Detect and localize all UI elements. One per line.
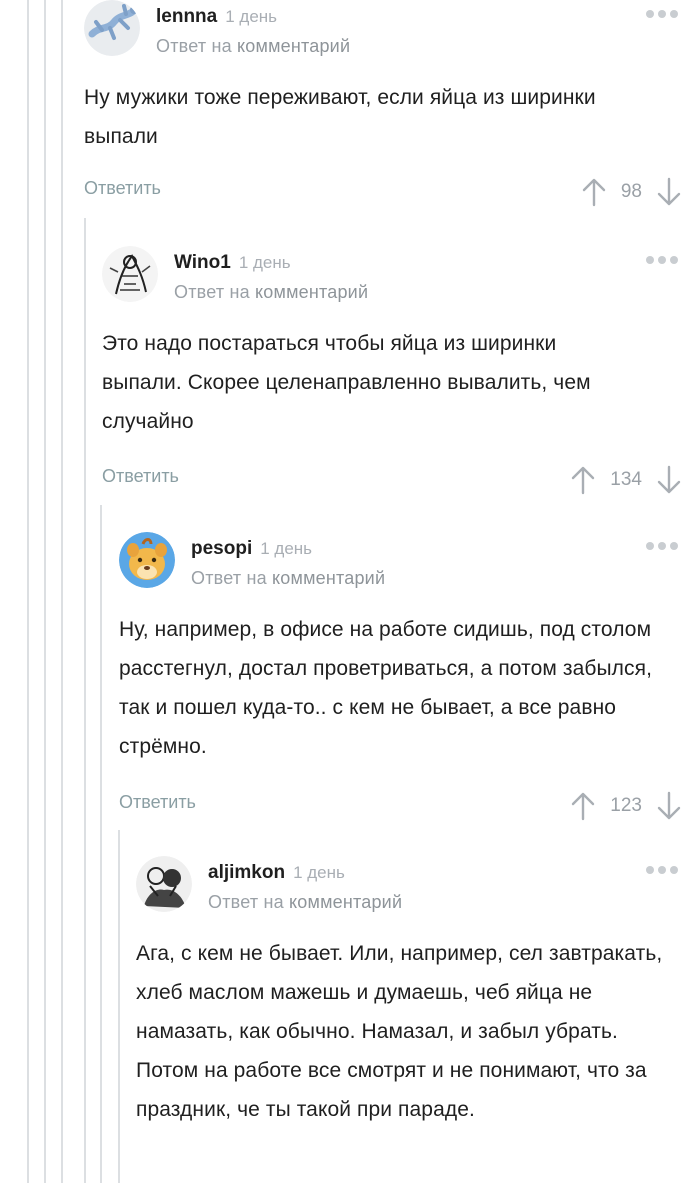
comment-actions: Ответить 123 (119, 786, 700, 826)
reply-to-link[interactable]: комментарий (237, 36, 350, 56)
vote-controls: 98 (581, 172, 682, 212)
reply-to-prefix: Ответ на (156, 36, 232, 56)
vote-controls: 134 (570, 460, 682, 500)
reply-to-line: Ответ на комментарий (174, 282, 368, 303)
vote-score: 123 (610, 795, 642, 816)
vote-score: 134 (610, 469, 642, 490)
comment-text: Ну, например, в офисе на работе сидишь, … (119, 618, 653, 758)
thread-line-3 (61, 0, 63, 1183)
reply-to-link[interactable]: комментарий (272, 568, 385, 588)
reply-to-line: Ответ на комментарий (208, 892, 402, 913)
comment-author[interactable]: aljimkon 1 день (208, 862, 345, 884)
downvote-arrow-icon[interactable] (656, 791, 682, 821)
comment-author[interactable]: pesopi 1 день (191, 538, 312, 560)
comment-header: Wino1 1 день Ответ на комментарий (102, 246, 700, 310)
reply-button[interactable]: Ответить (119, 792, 196, 813)
downvote-arrow-icon[interactable] (656, 177, 682, 207)
thread-line-2 (44, 0, 46, 1183)
comment-actions: Ответить 98 (84, 172, 700, 212)
downvote-arrow-icon[interactable] (656, 465, 682, 495)
lizard-avatar-icon[interactable] (84, 0, 140, 56)
comment-pesopi: pesopi 1 день Ответ на комментарий Ну, на… (119, 532, 700, 826)
bw-portrait-avatar-icon[interactable] (136, 856, 192, 912)
upvote-arrow-icon[interactable] (581, 177, 607, 207)
thread-line-4 (84, 218, 86, 1183)
comment-header: aljimkon 1 день Ответ на комментарий (136, 856, 700, 920)
reply-to-link[interactable]: комментарий (289, 892, 402, 912)
author-name[interactable]: aljimkon (208, 862, 285, 883)
reply-to-prefix: Ответ на (208, 892, 284, 912)
comment-header: pesopi 1 день Ответ на комментарий (119, 532, 700, 596)
comment-lennna: lennna 1 день Ответ на комментарий Ну муж… (84, 0, 700, 212)
thread-line-6 (118, 830, 120, 1183)
comment-time: 1 день (238, 253, 291, 272)
upvote-arrow-icon[interactable] (570, 465, 596, 495)
reply-to-link[interactable]: комментарий (255, 282, 368, 302)
reply-to-line: Ответ на комментарий (191, 568, 385, 589)
author-name[interactable]: pesopi (191, 538, 252, 559)
reply-button[interactable]: Ответить (84, 178, 161, 199)
thread-line-1 (27, 0, 29, 1183)
upvote-arrow-icon[interactable] (570, 791, 596, 821)
comment-text: Это надо постараться чтобы яйца из ширин… (102, 332, 591, 433)
comment-wino1: Wino1 1 день Ответ на комментарий Это над… (102, 246, 700, 500)
vote-controls: 123 (570, 786, 682, 826)
reply-button[interactable]: Ответить (102, 466, 179, 487)
author-name[interactable]: Wino1 (174, 252, 231, 273)
author-name[interactable]: lennna (156, 6, 217, 27)
comment-text: Ага, с кем не бывает. Или, например, сел… (136, 942, 663, 1121)
comment-actions: Ответить 134 (102, 460, 700, 500)
comment-author[interactable]: lennna 1 день (156, 6, 277, 28)
reply-to-line: Ответ на комментарий (156, 36, 350, 57)
comment-time: 1 день (260, 539, 313, 558)
comment-author[interactable]: Wino1 1 день (174, 252, 291, 274)
thread-line-5 (100, 505, 102, 1183)
sketch-avatar-icon[interactable] (102, 246, 158, 302)
more-options-icon[interactable] (646, 542, 678, 550)
comment-aljimkon: aljimkon 1 день Ответ на комментарий Ага,… (136, 856, 700, 1129)
comment-text: Ну мужики тоже переживают, если яйца из … (84, 86, 596, 148)
more-options-icon[interactable] (646, 256, 678, 264)
reply-to-prefix: Ответ на (191, 568, 267, 588)
more-options-icon[interactable] (646, 10, 678, 18)
vote-score: 98 (620, 181, 642, 202)
comment-header: lennna 1 день Ответ на комментарий (84, 0, 700, 64)
reply-to-prefix: Ответ на (174, 282, 250, 302)
comment-time: 1 день (225, 7, 278, 26)
comment-time: 1 день (293, 863, 345, 882)
more-options-icon[interactable] (646, 866, 678, 874)
lion-cub-avatar-icon[interactable] (119, 532, 175, 588)
